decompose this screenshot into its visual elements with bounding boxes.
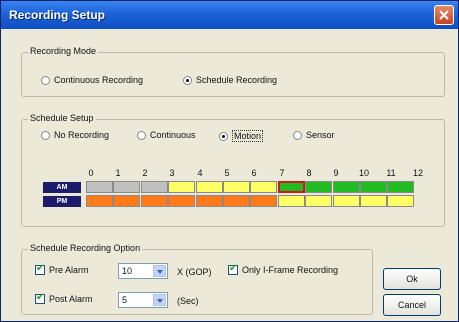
schedule-cell-pm-3[interactable] <box>168 195 195 207</box>
radio-indicator <box>293 130 302 140</box>
radio-indicator <box>137 130 146 140</box>
schedule-cell-am-7[interactable] <box>278 181 305 193</box>
radio-sensor[interactable]: Sensor <box>293 130 335 140</box>
hour-label: 0 <box>88 168 94 178</box>
window-title: Recording Setup <box>9 8 106 22</box>
hour-label: 3 <box>169 168 175 178</box>
schedule-cell-am-6[interactable] <box>250 181 277 193</box>
radio-label: Sensor <box>306 130 335 140</box>
hour-label: 6 <box>251 168 257 178</box>
schedule-cell-am-0[interactable] <box>86 181 113 193</box>
checkbox-indicator <box>35 263 45 275</box>
post-alarm-checkbox[interactable]: Post Alarm <box>35 292 93 304</box>
cancel-button[interactable]: Cancel <box>383 294 441 316</box>
schedule-cell-pm-11[interactable] <box>387 195 414 207</box>
schedule-cell-pm-5[interactable] <box>223 195 250 207</box>
schedule-setup-legend: Schedule Setup <box>28 113 96 123</box>
hour-label: 8 <box>306 168 312 178</box>
schedule-cell-am-1[interactable] <box>113 181 140 193</box>
pre-alarm-select[interactable]: 10 <box>118 263 168 279</box>
checkbox-indicator <box>35 292 45 304</box>
radio-label: Schedule Recording <box>196 75 278 85</box>
schedule-cell-am-5[interactable] <box>223 181 250 193</box>
hour-label: 1 <box>115 168 121 178</box>
hour-label: 9 <box>333 168 339 178</box>
schedule-cell-pm-10[interactable] <box>360 195 387 207</box>
hour-label: 11 <box>386 168 396 178</box>
checkbox-label: Pre Alarm <box>49 265 89 275</box>
recording-mode-legend: Recording Mode <box>28 46 99 56</box>
row-label-pm: PM <box>43 196 81 207</box>
schedule-cell-am-8[interactable] <box>305 181 332 193</box>
chevron-down-icon[interactable] <box>153 294 166 306</box>
close-icon <box>439 10 449 20</box>
schedule-cell-pm-4[interactable] <box>196 195 223 207</box>
title-bar[interactable]: Recording Setup <box>1 1 458 29</box>
radio-no-recording[interactable]: No Recording <box>41 130 109 140</box>
only-iframe-checkbox[interactable]: Only I-Frame Recording <box>228 263 339 275</box>
hour-label: 7 <box>279 168 285 178</box>
schedule-cell-am-3[interactable] <box>168 181 195 193</box>
checkbox-indicator <box>228 263 238 275</box>
radio-label: Motion <box>232 130 264 142</box>
radio-schedule-recording[interactable]: Schedule Recording <box>183 75 277 85</box>
hour-label: 10 <box>358 168 369 178</box>
checkbox-label: Only I-Frame Recording <box>242 265 339 275</box>
schedule-cell-am-4[interactable] <box>196 181 223 193</box>
schedule-cell-am-9[interactable] <box>333 181 360 193</box>
pre-alarm-unit: X (GOP) <box>177 267 212 277</box>
hour-label: 12 <box>412 168 423 178</box>
schedule-cell-pm-2[interactable] <box>141 195 168 207</box>
pre-alarm-checkbox[interactable]: Pre Alarm <box>35 263 89 275</box>
radio-label: Continuous <box>150 130 196 140</box>
row-label-am: AM <box>43 182 81 193</box>
recording-setup-dialog: Recording Setup Recording Mode Continuou… <box>0 0 459 322</box>
schedule-cell-pm-0[interactable] <box>86 195 113 207</box>
schedule-cell-pm-1[interactable] <box>113 195 140 207</box>
post-alarm-select[interactable]: 5 <box>118 292 168 308</box>
schedule-cell-am-2[interactable] <box>141 181 168 193</box>
radio-label: Continuous Recording <box>54 75 144 85</box>
hour-label: 2 <box>142 168 148 178</box>
radio-label: No Recording <box>54 130 110 140</box>
schedule-option-legend: Schedule Recording Option <box>28 243 143 253</box>
checkbox-label: Post Alarm <box>49 294 93 304</box>
radio-indicator <box>183 75 192 85</box>
post-alarm-unit: (Sec) <box>177 296 199 306</box>
schedule-cell-pm-8[interactable] <box>305 195 332 207</box>
radio-indicator <box>41 130 50 140</box>
select-value: 10 <box>122 266 133 276</box>
schedule-cell-pm-6[interactable] <box>250 195 277 207</box>
radio-indicator <box>41 75 50 85</box>
chevron-down-icon[interactable] <box>153 265 166 277</box>
close-button[interactable] <box>434 5 454 25</box>
schedule-cell-pm-9[interactable] <box>333 195 360 207</box>
hour-label: 5 <box>224 168 230 178</box>
schedule-cell-am-10[interactable] <box>360 181 387 193</box>
schedule-cell-pm-7[interactable] <box>278 195 305 207</box>
radio-indicator <box>219 131 228 141</box>
ok-button[interactable]: Ok <box>383 268 441 290</box>
radio-continuous-recording[interactable]: Continuous Recording <box>41 75 143 85</box>
select-value: 5 <box>122 295 128 305</box>
radio-motion[interactable]: Motion <box>219 130 264 142</box>
schedule-cell-am-11[interactable] <box>387 181 414 193</box>
hour-label: 4 <box>197 168 203 178</box>
radio-continuous[interactable]: Continuous <box>137 130 196 140</box>
